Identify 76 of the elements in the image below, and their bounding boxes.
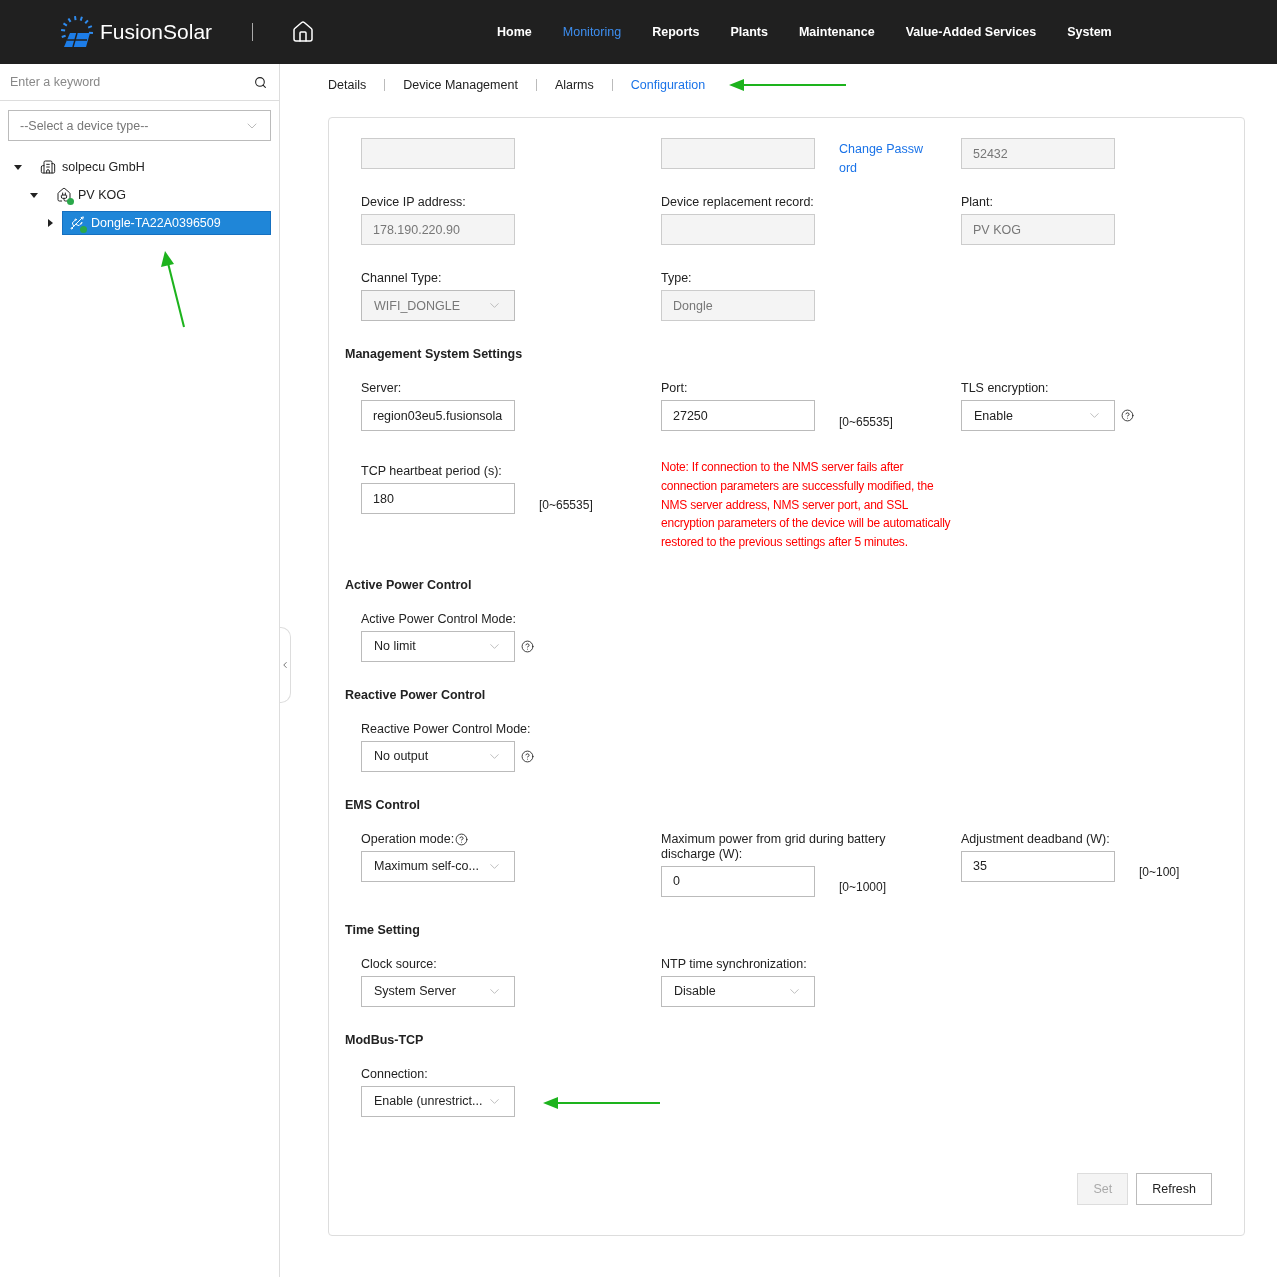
action-button[interactable]: Refresh: [1136, 1173, 1212, 1205]
input-field[interactable]: 27250: [661, 400, 815, 431]
nav-item[interactable]: Reports: [652, 25, 700, 39]
home-icon[interactable]: [291, 20, 316, 44]
select-field[interactable]: System Server: [361, 976, 515, 1007]
field-label: TLS encryption:: [961, 381, 1050, 396]
field-label: Device replacement record:: [661, 195, 815, 210]
select-field[interactable]: Enable (unrestrict...: [361, 1086, 515, 1117]
field-label: Maximum power from grid during battery discharge (W):: [661, 832, 887, 862]
input-field[interactable]: 0: [661, 866, 815, 897]
collapse-handle[interactable]: [280, 627, 291, 703]
readonly-field[interactable]: [361, 138, 515, 169]
select-field[interactable]: No limit: [361, 631, 515, 662]
readonly-field[interactable]: 178.190.220.90: [361, 214, 515, 245]
nav-item[interactable]: Monitoring: [562, 25, 622, 39]
field-label: Connection:: [361, 1067, 429, 1082]
field-label: Channel Type:: [361, 271, 443, 286]
field-label: Clock source:: [361, 957, 438, 972]
tab[interactable]: Alarms: [554, 77, 594, 92]
tree-item[interactable]: solpecu GmbH: [34, 155, 153, 179]
tab[interactable]: Details: [328, 77, 367, 92]
input-field[interactable]: 180: [361, 483, 515, 514]
help-icon[interactable]: [521, 640, 534, 653]
section-title: Time Setting: [345, 923, 421, 938]
field-label: Server:: [361, 381, 403, 396]
tab[interactable]: Device Management: [403, 77, 518, 92]
field-label: NTP time synchronization:: [661, 957, 808, 972]
section-title: Management System Settings: [345, 347, 524, 362]
select-field[interactable]: No output: [361, 741, 515, 772]
range-hint: [0~65535]: [839, 414, 893, 429]
field-label: Port:: [661, 381, 689, 396]
field-label: Device IP address:: [361, 195, 467, 210]
select-field[interactable]: Disable: [661, 976, 815, 1007]
change-password-link[interactable]: Change Password: [839, 140, 927, 178]
nav-item[interactable]: Value-Added Services: [905, 25, 1037, 39]
search-icon[interactable]: [254, 75, 267, 89]
section-title: EMS Control: [345, 798, 421, 813]
field-label: Active Power Control Mode:: [361, 612, 517, 627]
section-title: ModBus-TCP: [345, 1033, 425, 1048]
select-field[interactable]: Maximum self-co...: [361, 851, 515, 882]
field-label: Adjustment deadband (W):: [961, 832, 1111, 847]
nav-item[interactable]: System: [1067, 25, 1112, 39]
tab[interactable]: Configuration: [630, 77, 706, 92]
select-field[interactable]: Enable: [961, 400, 1115, 431]
field-label: TCP heartbeat period (s):: [361, 464, 503, 479]
field-label: Type:: [661, 271, 693, 286]
warning-note: Note: If connection to the NMS server fails after connection parameters are successfully modified, the NMS server address, NMS server port, and SSL encryption parameters of the device will be automatically restored to the previous settings after 5 minutes.: [661, 459, 951, 552]
logo-icon: [58, 16, 94, 48]
readonly-field[interactable]: [661, 138, 815, 169]
input-field[interactable]: 35: [961, 851, 1115, 882]
range-hint: [0~1000]: [839, 880, 887, 895]
tree-item[interactable]: PV KOG: [50, 183, 134, 207]
help-icon[interactable]: [521, 750, 534, 763]
brand-name: FusionSolar: [100, 20, 213, 44]
expand-caret-icon[interactable]: [46, 219, 54, 227]
expand-caret-icon[interactable]: [30, 191, 38, 199]
device-type-select[interactable]: --Select a device type--: [8, 110, 271, 141]
readonly-field[interactable]: 52432: [961, 138, 1115, 169]
tree-item[interactable]: Dongle-TA22A0396509: [62, 211, 271, 235]
readonly-field[interactable]: [661, 214, 815, 245]
range-hint: [0~65535]: [539, 497, 593, 512]
field-label: Plant:: [961, 195, 994, 210]
field-label: Reactive Power Control Mode:: [361, 722, 532, 737]
section-title: Active Power Control: [345, 578, 473, 593]
help-icon[interactable]: [455, 833, 469, 846]
input-field[interactable]: region03eu5.fusionsola: [361, 400, 515, 431]
help-icon[interactable]: [1121, 409, 1134, 422]
section-title: Reactive Power Control: [345, 688, 487, 703]
expand-caret-icon[interactable]: [14, 163, 22, 171]
nav-item[interactable]: Maintenance: [798, 25, 875, 39]
range-hint: [0~100]: [1139, 865, 1180, 880]
field-label: Operation mode:: [361, 832, 601, 847]
readonly-field[interactable]: Dongle: [661, 290, 815, 321]
readonly-field[interactable]: PV KOG: [961, 214, 1115, 245]
nav-item[interactable]: Plants: [730, 25, 768, 39]
nav-item[interactable]: Home: [497, 25, 532, 39]
